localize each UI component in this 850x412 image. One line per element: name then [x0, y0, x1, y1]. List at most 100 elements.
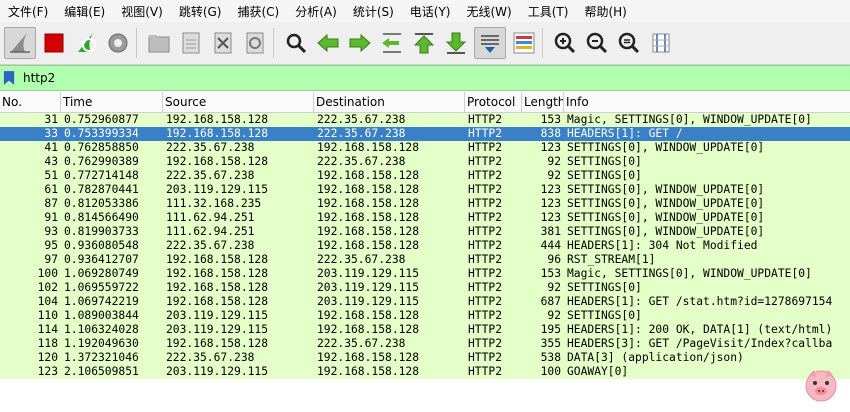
cell-source: 192.168.158.128 [166, 267, 269, 280]
menu-analyze[interactable]: 分析(A) [287, 3, 345, 20]
reload-file-icon[interactable] [241, 28, 269, 58]
find-packet-icon[interactable] [282, 28, 310, 58]
go-last-packet-icon[interactable] [442, 28, 470, 58]
packet-row[interactable]: 31 0.752960877 192.168.158.128 222.35.67.23… [0, 113, 850, 127]
column-header-destination[interactable]: Destination [314, 92, 465, 112]
go-first-packet-icon[interactable] [410, 28, 438, 58]
cell-protocol: HTTP2 [468, 197, 503, 210]
save-file-icon[interactable] [177, 28, 205, 58]
menu-go[interactable]: 跳转(G) [171, 3, 230, 20]
cell-destination: 192.168.158.128 [317, 239, 420, 252]
column-header-length[interactable]: Length [522, 92, 564, 112]
cell-no: 123 [37, 365, 58, 378]
column-header-info[interactable]: Info [564, 92, 850, 112]
packet-row-selected[interactable]: 33 0.753399334 192.168.158.128 222.35.67.23… [0, 127, 850, 141]
restart-capture-icon[interactable] [72, 28, 100, 58]
cell-length: 153 [540, 113, 561, 126]
column-header-source[interactable]: Source [163, 92, 314, 112]
cell-source: 222.35.67.238 [166, 169, 255, 182]
open-file-icon[interactable] [145, 28, 173, 58]
menu-telephony[interactable]: 电话(Y) [402, 3, 459, 20]
cell-time: 0.812053386 [64, 197, 139, 210]
cell-protocol: HTTP2 [468, 127, 503, 140]
packet-row[interactable]: 41 0.762858850 222.35.67.238 192.168.158.12… [0, 141, 850, 155]
packet-row[interactable]: 120 1.372321046 222.35.67.238 192.168.158.1… [0, 351, 850, 365]
menu-wireless[interactable]: 无线(W) [459, 3, 520, 20]
packet-row[interactable]: 100 1.069280749 192.168.158.128 203.119.129… [0, 267, 850, 281]
packet-row[interactable]: 102 1.069559722 192.168.158.128 203.119.129… [0, 281, 850, 295]
column-header-time[interactable]: Time [61, 92, 163, 112]
menu-help[interactable]: 帮助(H) [576, 3, 634, 20]
column-header-protocol[interactable]: Protocol [465, 92, 522, 112]
go-to-packet-icon[interactable] [378, 28, 406, 58]
packet-row[interactable]: 95 0.936080548 222.35.67.238 192.168.158.12… [0, 239, 850, 253]
cell-length: 100 [540, 365, 561, 378]
cell-source: 192.168.158.128 [166, 155, 269, 168]
packet-row[interactable]: 87 0.812053386 111.32.168.235 192.168.158.1… [0, 197, 850, 211]
cell-destination: 192.168.158.128 [317, 141, 420, 154]
cell-protocol: HTTP2 [468, 183, 503, 196]
normal-size-icon[interactable] [615, 28, 643, 58]
toolbar-separator [273, 28, 274, 58]
packet-row[interactable]: 123 2.106509851 203.119.129.115 192.168.158… [0, 365, 850, 379]
zoom-out-icon[interactable] [583, 28, 611, 58]
cell-info: SETTINGS[0] [567, 281, 642, 294]
cell-time: 1.069559722 [64, 281, 139, 294]
autoscroll-icon[interactable] [474, 27, 506, 59]
cell-no: 114 [37, 323, 58, 336]
cell-no: 33 [44, 127, 58, 140]
go-back-icon[interactable] [314, 28, 342, 58]
cell-source: 192.168.158.128 [166, 253, 269, 266]
packet-row[interactable]: 93 0.819903733 111.62.94.251 192.168.158.12… [0, 225, 850, 239]
packet-row[interactable]: 104 1.069742219 192.168.158.128 203.119.129… [0, 295, 850, 309]
cell-protocol: HTTP2 [468, 225, 503, 238]
menu-tools[interactable]: 工具(T) [520, 3, 577, 20]
cell-protocol: HTTP2 [468, 351, 503, 364]
cell-time: 0.753399334 [64, 127, 139, 140]
cell-time: 0.752960877 [64, 113, 139, 126]
packet-row[interactable]: 61 0.782870441 203.119.129.115 192.168.158.… [0, 183, 850, 197]
cell-source: 222.35.67.238 [166, 351, 255, 364]
go-forward-icon[interactable] [346, 28, 374, 58]
packet-row[interactable]: 110 1.089003844 203.119.129.115 192.168.158… [0, 309, 850, 323]
cell-protocol: HTTP2 [468, 253, 503, 266]
packet-row[interactable]: 97 0.936412707 192.168.158.128 222.35.67.23… [0, 253, 850, 267]
menu-file[interactable]: 文件(F) [0, 3, 56, 20]
bookmark-icon[interactable] [3, 69, 17, 87]
cell-no: 43 [44, 155, 58, 168]
toolbar-separator [542, 28, 543, 58]
toolbar-separator [136, 28, 137, 58]
cell-info: DATA[3] (application/json) [567, 351, 744, 364]
zoom-in-icon[interactable] [551, 28, 579, 58]
menu-edit[interactable]: 编辑(E) [56, 3, 113, 20]
menu-view[interactable]: 视图(V) [113, 3, 171, 20]
cell-protocol: HTTP2 [468, 295, 503, 308]
menu-capture[interactable]: 捕获(C) [229, 3, 287, 20]
stop-capture-icon[interactable] [40, 28, 68, 58]
cell-length: 92 [547, 155, 561, 168]
cell-time: 1.372321046 [64, 351, 139, 364]
cell-no: 118 [37, 337, 58, 350]
packet-row[interactable]: 43 0.762990389 192.168.158.128 222.35.67.23… [0, 155, 850, 169]
close-file-icon[interactable] [209, 28, 237, 58]
resize-columns-icon[interactable] [647, 28, 675, 58]
shark-fin-icon[interactable] [4, 27, 36, 59]
cell-destination: 192.168.158.128 [317, 309, 420, 322]
cell-info: SETTINGS[0] [567, 155, 642, 168]
cell-destination: 192.168.158.128 [317, 197, 420, 210]
packet-rows: 31 0.752960877 192.168.158.128 222.35.67.23… [0, 113, 850, 379]
display-filter-input[interactable] [23, 71, 823, 85]
colorize-icon[interactable] [510, 28, 538, 58]
capture-options-icon[interactable] [104, 28, 132, 58]
packet-row[interactable]: 91 0.814566490 111.62.94.251 192.168.158.12… [0, 211, 850, 225]
packet-row[interactable]: 114 1.106324028 203.119.129.115 192.168.158… [0, 323, 850, 337]
packet-row[interactable]: 51 0.772714148 222.35.67.238 192.168.158.12… [0, 169, 850, 183]
cell-no: 102 [37, 281, 58, 294]
column-header-no[interactable]: No. [0, 92, 61, 112]
menu-statistics[interactable]: 统计(S) [345, 3, 402, 20]
cell-destination: 192.168.158.128 [317, 323, 420, 336]
cell-info: SETTINGS[0], WINDOW_UPDATE[0] [567, 141, 765, 154]
packet-row[interactable]: 118 1.192049630 192.168.158.128 222.35.67.2… [0, 337, 850, 351]
cell-destination: 192.168.158.128 [317, 351, 420, 364]
cell-no: 95 [44, 239, 58, 252]
